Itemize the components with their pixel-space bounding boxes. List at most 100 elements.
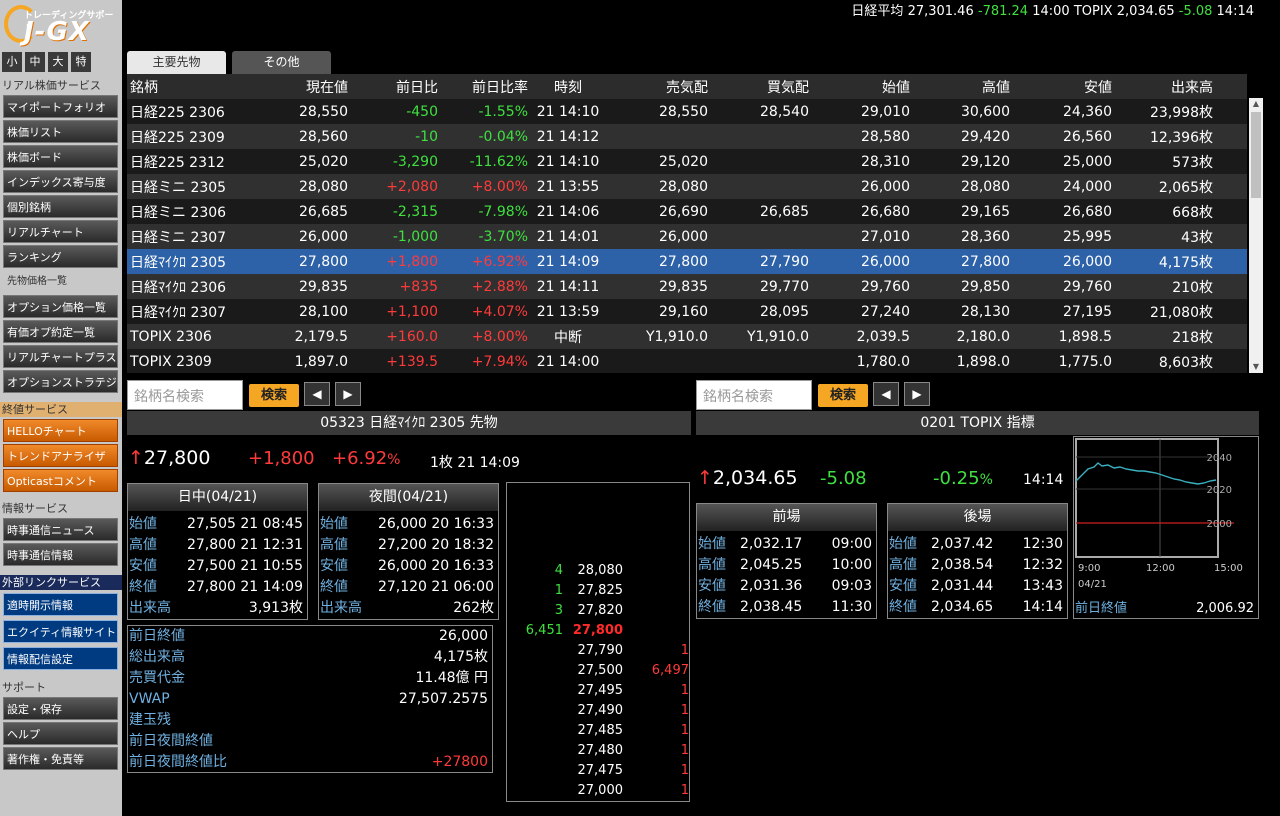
- nav-settings-save[interactable]: 設定・保存: [3, 697, 118, 720]
- order-book-row[interactable]: 6,451 27,800: [507, 621, 691, 641]
- scroll-down-icon[interactable]: ▼: [1249, 361, 1263, 373]
- stat-row: 高値 2,045.25 10:00: [697, 555, 876, 576]
- stat-value: 2,034.65: [931, 599, 994, 615]
- col-header-open[interactable]: 始値: [809, 74, 910, 99]
- table-row[interactable]: 日経225 2312 25,020 -3,290 -11.62% 21 14:10 25,…: [127, 149, 1247, 174]
- order-book-row[interactable]: 3 27,820: [507, 601, 691, 621]
- nav-stock-board[interactable]: 株価ボード: [3, 145, 118, 168]
- col-header-volume[interactable]: 出来高: [1112, 74, 1213, 99]
- order-book-row[interactable]: 27,475 1: [507, 761, 691, 781]
- cell-open: 1,780.0: [809, 349, 910, 373]
- right-next-button[interactable]: ▶: [904, 382, 930, 406]
- right-search-input[interactable]: 銘柄名検索: [696, 380, 812, 410]
- col-header-high[interactable]: 高値: [910, 74, 1010, 99]
- col-header-change[interactable]: 前日比: [348, 74, 438, 99]
- nav-realtime-chart-plus[interactable]: リアルチャートプラス: [3, 345, 118, 368]
- scroll-up-icon[interactable]: ▲: [1249, 98, 1263, 110]
- col-header-low[interactable]: 安値: [1010, 74, 1112, 99]
- size-medium-button[interactable]: 中: [25, 52, 45, 72]
- nav-option-trades[interactable]: 有価オプ約定一覧: [3, 320, 118, 343]
- table-row[interactable]: 日経ﾏｲｸﾛ 2307 28,100 +1,100 +4.07% 21 13:59 29,…: [127, 299, 1247, 324]
- tab-main-futures[interactable]: 主要先物: [127, 51, 226, 74]
- right-search-button[interactable]: 検索: [818, 384, 868, 407]
- table-row[interactable]: 日経ミニ 2306 26,685 -2,315 -7.98% 21 14:06 26,69…: [127, 199, 1247, 224]
- nav-jiji-news[interactable]: 時事通信ニュース: [3, 518, 118, 541]
- cell-price: 26,000: [253, 224, 348, 249]
- cell-bid: [708, 149, 809, 174]
- tab-other[interactable]: その他: [232, 51, 331, 74]
- left-prev-button[interactable]: ◀: [304, 382, 330, 406]
- stat-label: 始値: [129, 516, 157, 532]
- nav-delivery-settings[interactable]: 情報配信設定: [3, 647, 118, 670]
- cell-open: 26,000: [809, 249, 910, 274]
- section-closing: 終値サービス: [0, 402, 122, 417]
- col-header-change-pct[interactable]: 前日比率: [438, 74, 528, 99]
- stat-label: VWAP: [129, 691, 170, 707]
- nav-portfolio[interactable]: マイポートフォリオ: [3, 95, 118, 118]
- scroll-thumb[interactable]: [1251, 112, 1261, 198]
- nav-option-strategy[interactable]: オプションストラテジ: [3, 370, 118, 393]
- cell-bid: 28,095: [708, 299, 809, 324]
- stat-label: 前日夜間終値: [129, 733, 213, 749]
- nav-equity-info[interactable]: エクイティ情報サイト: [3, 620, 118, 643]
- order-book-row[interactable]: 27,480 1: [507, 741, 691, 761]
- table-row[interactable]: TOPIX 2309 1,897.0 +139.5 +7.94% 21 14:00 1,7…: [127, 349, 1247, 373]
- nav-futures-list-current[interactable]: 先物価格一覧: [3, 272, 118, 292]
- nav-copyright[interactable]: 著作権・免責等: [3, 747, 118, 770]
- intraday-chart[interactable]: 2040 2020 2000 9:00 12:00 15:00 04/21 前日…: [1073, 436, 1259, 619]
- nav-stock-list[interactable]: 株価リスト: [3, 120, 118, 143]
- right-change: -5.08: [820, 468, 867, 489]
- table-row[interactable]: 日経ミニ 2307 26,000 -1,000 -3.70% 21 14:01 26,00…: [127, 224, 1247, 249]
- table-row[interactable]: 日経ミニ 2305 28,080 +2,080 +8.00% 21 13:55 28,08…: [127, 174, 1247, 199]
- col-header-bid[interactable]: 買気配: [708, 74, 809, 99]
- stat-row: 前日終値 26,000: [128, 626, 492, 647]
- cell-time: 21 13:55: [528, 174, 608, 199]
- table-row[interactable]: 日経225 2306 28,550 -450 -1.55% 21 14:10 28,550…: [127, 99, 1247, 124]
- nav-hello-chart[interactable]: HELLOチャート: [3, 419, 118, 442]
- cell-price: 25,020: [253, 149, 348, 174]
- order-book-row[interactable]: 27,485 1: [507, 721, 691, 741]
- size-extra-button[interactable]: 特: [71, 52, 91, 72]
- left-search-input[interactable]: 銘柄名検索: [127, 380, 243, 410]
- left-pct-unit: %: [387, 452, 401, 468]
- ask-qty: 1: [680, 683, 689, 698]
- nav-individual-stock[interactable]: 個別銘柄: [3, 195, 118, 218]
- topix-value: 2,034.65: [1116, 4, 1175, 19]
- nav-opticast-comment[interactable]: Opticastコメント: [3, 469, 118, 492]
- order-book-row[interactable]: 27,000 1: [507, 781, 691, 801]
- nav-ranking[interactable]: ランキング: [3, 245, 118, 268]
- order-book-row[interactable]: 27,490 1: [507, 701, 691, 721]
- table-scrollbar[interactable]: ▲ ▼: [1249, 98, 1263, 373]
- order-book-row[interactable]: 1 27,825: [507, 581, 691, 601]
- cell-volume: 4,175枚: [1112, 249, 1213, 274]
- order-book-row[interactable]: 27,500 6,497: [507, 661, 691, 681]
- table-row[interactable]: TOPIX 2306 2,179.5 +160.0 +8.00% 中断 Y1,910.0 Y…: [127, 324, 1247, 349]
- size-large-button[interactable]: 大: [48, 52, 68, 72]
- cell-change-pct: -3.70%: [438, 224, 528, 249]
- order-book-row[interactable]: 4 28,080: [507, 561, 691, 581]
- table-row[interactable]: 日経ﾏｲｸﾛ 2306 29,835 +835 +2.88% 21 14:11 29,83…: [127, 274, 1247, 299]
- nav-option-prices[interactable]: オプション価格一覧: [3, 295, 118, 318]
- col-header-time[interactable]: 時刻: [528, 74, 608, 99]
- table-row[interactable]: 日経ﾏｲｸﾛ 2305 27,800 +1,800 +6.92% 21 14:09 27,…: [127, 249, 1247, 274]
- cell-bid: [708, 124, 809, 149]
- col-header-ask[interactable]: 売気配: [608, 74, 708, 99]
- right-time: 14:14: [1023, 472, 1064, 488]
- left-search-button[interactable]: 検索: [249, 384, 299, 407]
- size-small-button[interactable]: 小: [2, 52, 22, 72]
- table-row[interactable]: 日経225 2309 28,560 -10 -0.04% 21 14:12 28,580 2…: [127, 124, 1247, 149]
- col-header-symbol[interactable]: 銘柄: [127, 74, 253, 99]
- cell-volume: 21,080枚: [1112, 299, 1213, 324]
- col-header-price[interactable]: 現在値: [253, 74, 348, 99]
- nav-index-contribution[interactable]: インデックス寄与度: [3, 170, 118, 193]
- nav-realtime-chart[interactable]: リアルチャート: [3, 220, 118, 243]
- nav-trend-analyzer[interactable]: トレンドアナライザ: [3, 444, 118, 467]
- nav-jiji-info[interactable]: 時事通信情報: [3, 543, 118, 566]
- order-book-row[interactable]: 27,790 1: [507, 641, 691, 661]
- nav-help[interactable]: ヘルプ: [3, 722, 118, 745]
- right-prev-button[interactable]: ◀: [873, 382, 899, 406]
- nav-timely-disclosure[interactable]: 適時開示情報: [3, 593, 118, 616]
- left-next-button[interactable]: ▶: [335, 382, 361, 406]
- order-book-row[interactable]: 27,495 1: [507, 681, 691, 701]
- stat-label: 安値: [129, 558, 157, 574]
